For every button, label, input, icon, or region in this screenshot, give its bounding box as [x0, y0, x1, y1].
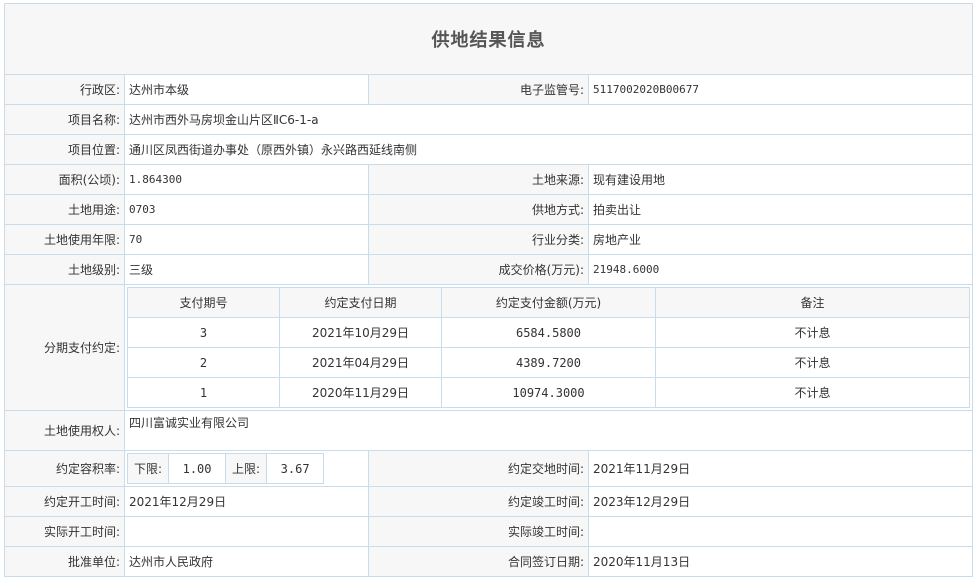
land-grade-value: 三级	[124, 254, 369, 285]
use-years-value: 70	[124, 224, 369, 255]
remark-cell: 不计息	[655, 347, 970, 378]
remark-cell: 不计息	[655, 317, 970, 348]
land-use-value: 0703	[124, 194, 369, 225]
period-cell: 2	[127, 347, 280, 378]
use-years-label: 土地使用年限:	[4, 224, 125, 255]
installment-label: 分期支付约定:	[4, 284, 125, 411]
date-cell: 2021年10月29日	[279, 317, 442, 348]
amount-cell: 6584.5800	[441, 317, 656, 348]
land-use-label: 土地用途:	[4, 194, 125, 225]
amount-cell: 10974.3000	[441, 377, 656, 408]
page-title: 供地结果信息	[4, 3, 973, 75]
table-row: 3 2021年10月29日 6584.5800 不计息	[127, 317, 970, 348]
column-header-amount: 约定支付金额(万元)	[441, 287, 656, 318]
industry-value: 房地产业	[588, 224, 973, 255]
completion-time-label: 约定竣工时间:	[368, 486, 589, 517]
actual-completion-label: 实际竣工时间:	[368, 516, 589, 547]
period-cell: 1	[127, 377, 280, 408]
supervision-no-value: 5117002020B00677	[588, 74, 973, 105]
table-row: 1 2020年11月29日 10974.3000 不计息	[127, 377, 970, 408]
table-row: 2 2021年04月29日 4389.7200 不计息	[127, 347, 970, 378]
installment-header-row: 支付期号 约定支付日期 约定支付金额(万元) 备注	[127, 287, 970, 318]
contract-date-value: 2020年11月13日	[588, 546, 973, 577]
contract-date-label: 合同签订日期:	[368, 546, 589, 577]
land-supply-result-panel: 供地结果信息 行政区: 达州市本级 电子监管号: 5117002020B0067…	[4, 3, 973, 577]
actual-completion-value	[588, 516, 973, 547]
start-time-label: 约定开工时间:	[4, 486, 125, 517]
land-user-value: 四川富诚实业有限公司	[124, 410, 973, 451]
district-value: 达州市本级	[124, 74, 369, 105]
completion-time-value: 2023年12月29日	[588, 486, 973, 517]
area-value: 1.864300	[124, 164, 369, 195]
remark-cell: 不计息	[655, 377, 970, 408]
land-user-label: 土地使用权人:	[4, 410, 125, 451]
project-name-label: 项目名称:	[4, 104, 125, 135]
far-label: 约定容积率:	[4, 450, 125, 487]
period-cell: 3	[127, 317, 280, 348]
area-label: 面积(公顷):	[4, 164, 125, 195]
supply-method-label: 供地方式:	[368, 194, 589, 225]
land-supply-result-table: 供地结果信息 行政区: 达州市本级 电子监管号: 5117002020B0067…	[4, 3, 973, 577]
column-header-remark: 备注	[655, 287, 970, 318]
land-source-label: 土地来源:	[368, 164, 589, 195]
supply-method-value: 拍卖出让	[588, 194, 973, 225]
amount-cell: 4389.7200	[441, 347, 656, 378]
land-source-value: 现有建设用地	[588, 164, 973, 195]
approval-unit-value: 达州市人民政府	[124, 546, 369, 577]
district-label: 行政区:	[4, 74, 125, 105]
column-header-date: 约定支付日期	[279, 287, 442, 318]
column-header-period: 支付期号	[127, 287, 280, 318]
start-time-value: 2021年12月29日	[124, 486, 369, 517]
installment-table: 支付期号 约定支付日期 约定支付金额(万元) 备注 3 2021年10月29日 …	[127, 287, 970, 408]
approval-unit-label: 批准单位:	[4, 546, 125, 577]
actual-start-label: 实际开工时间:	[4, 516, 125, 547]
date-cell: 2020年11月29日	[279, 377, 442, 408]
far-upper-label: 上限:	[225, 453, 268, 484]
far-range-table: 下限: 1.00 上限: 3.67	[126, 453, 325, 484]
project-location-value: 通川区凤西街道办事处（原西外镇）永兴路西延线南侧	[124, 134, 973, 165]
project-name-value: 达州市西外马房坝金山片区ⅡC6-1-a	[124, 104, 973, 135]
actual-start-value	[124, 516, 369, 547]
far-lower-value: 1.00	[168, 453, 227, 484]
deal-price-value: 21948.6000	[588, 254, 973, 285]
project-location-label: 项目位置:	[4, 134, 125, 165]
supervision-no-label: 电子监管号:	[368, 74, 589, 105]
far-cell: 下限: 1.00 上限: 3.67	[124, 450, 369, 487]
delivery-time-value: 2021年11月29日	[588, 450, 973, 487]
industry-label: 行业分类:	[368, 224, 589, 255]
installment-cell: 支付期号 约定支付日期 约定支付金额(万元) 备注 3 2021年10月29日 …	[124, 284, 973, 411]
deal-price-label: 成交价格(万元):	[368, 254, 589, 285]
date-cell: 2021年04月29日	[279, 347, 442, 378]
far-lower-label: 下限:	[126, 453, 170, 484]
far-upper-value: 3.67	[266, 453, 325, 484]
land-grade-label: 土地级别:	[4, 254, 125, 285]
delivery-time-label: 约定交地时间:	[368, 450, 589, 487]
